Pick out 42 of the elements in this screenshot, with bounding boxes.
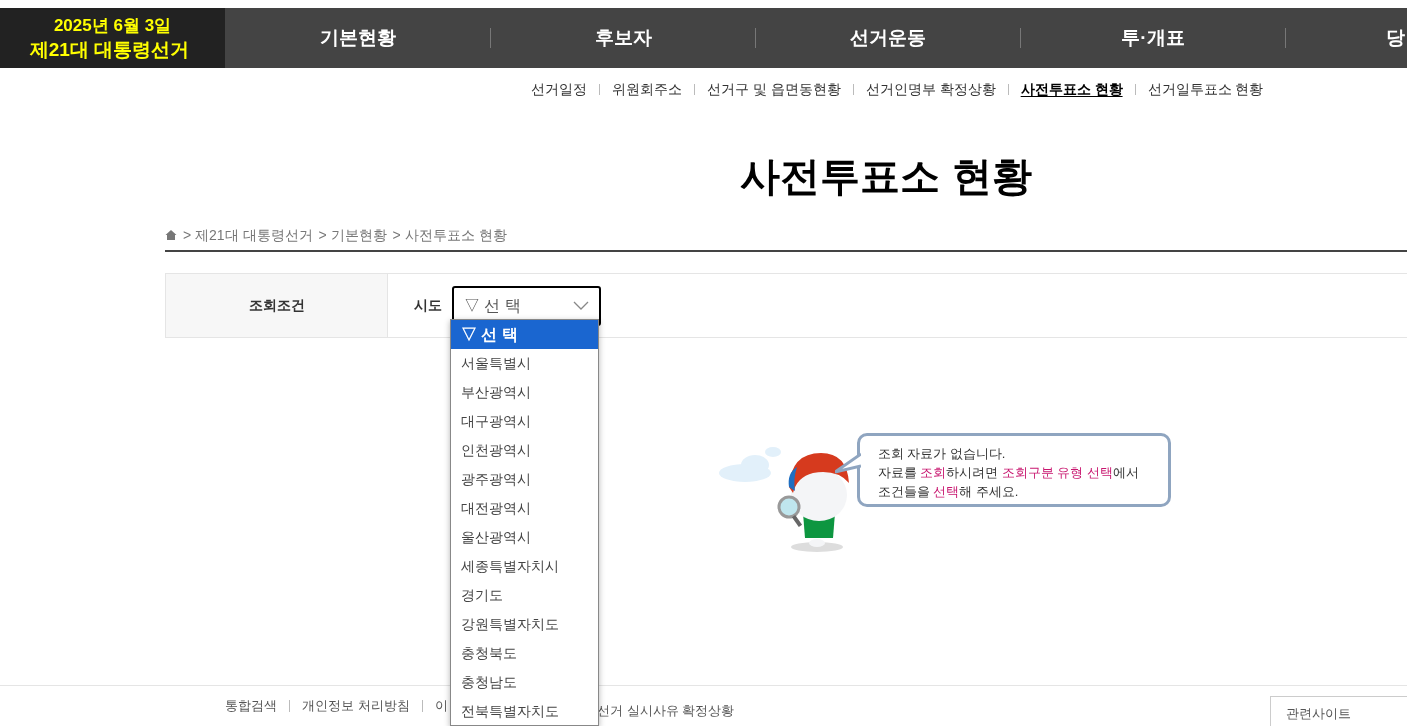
dropdown-option[interactable]: 대구광역시 xyxy=(451,407,598,436)
nav-tab[interactable]: 선거운동 xyxy=(850,23,926,53)
empty-message: 조회 자료가 없습니다. 자료를 조회하시려면 조회구분 유형 선택에서 조건들을 선택해 주세요. xyxy=(877,445,1140,501)
dropdown-option[interactable]: 광주광역시 xyxy=(451,465,598,494)
sub-nav-link[interactable]: 선거인명부 확정상황 xyxy=(865,78,996,100)
dropdown-option[interactable]: 대전광역시 xyxy=(451,494,598,523)
sub-nav-link[interactable]: 선거일정 xyxy=(531,78,587,100)
footer-link[interactable]: 선거 실시사유 확정상황 xyxy=(597,703,735,719)
dropdown-option[interactable]: 울산광역시 xyxy=(451,523,598,552)
nav-tab[interactable]: 당 xyxy=(1386,23,1405,53)
page-title: 사전투표소 현황 xyxy=(740,153,1032,200)
election-name: 제21대 대통령선거 xyxy=(29,38,190,62)
dropdown-option[interactable]: 세종특별자치시 xyxy=(451,552,598,581)
footer-link[interactable]: 통합검색 xyxy=(225,696,277,716)
field-label: 시도 xyxy=(414,296,442,315)
dropdown-option[interactable]: ▽ 선 택 xyxy=(451,320,598,349)
home-icon[interactable] xyxy=(165,229,177,241)
nav-tab[interactable]: 후보자 xyxy=(594,23,652,53)
footer-link[interactable]: 이 xyxy=(434,696,448,716)
query-label: 조회조건 xyxy=(248,296,305,315)
election-logo[interactable]: 2025년 6월 3일 제21대 대통령선거 xyxy=(0,8,225,68)
chevron-down-icon xyxy=(573,301,589,310)
dropdown-option[interactable]: 강원특별자치도 xyxy=(451,610,598,639)
breadcrumb-link[interactable]: > 제21대 대통령선거 xyxy=(183,224,313,246)
dropdown-option[interactable]: 서울특별시 xyxy=(451,349,598,378)
nav-tab[interactable]: 기본현황 xyxy=(319,23,396,53)
dropdown-option[interactable]: 경기도 xyxy=(451,581,598,610)
dropdown-option[interactable]: 부산광역시 xyxy=(451,378,598,407)
sub-nav-link[interactable]: 사전투표소 현황 xyxy=(1020,78,1123,100)
election-date: 2025년 6월 3일 xyxy=(53,15,172,37)
dropdown-option[interactable]: 충청북도 xyxy=(451,639,598,668)
sub-nav-link[interactable]: 선거구 및 읍면동현황 xyxy=(707,78,841,100)
related-sites-select[interactable]: 관련사이트 xyxy=(1270,696,1407,726)
dropdown-option[interactable]: 인천광역시 xyxy=(451,436,598,465)
dropdown-option[interactable]: 충청남도 xyxy=(451,668,598,697)
breadcrumb-link[interactable]: > 사전투표소 현황 xyxy=(392,224,507,246)
dropdown-option[interactable]: 전북특별자치도 xyxy=(451,697,598,725)
breadcrumb-link[interactable]: > 기본현황 xyxy=(318,224,387,246)
sub-nav-link[interactable]: 선거일투표소 현황 xyxy=(1147,78,1264,100)
footer-link[interactable]: 개인정보 처리방침 xyxy=(302,696,410,716)
nav-tab[interactable]: 투·개표 xyxy=(1121,23,1185,53)
sub-nav-link[interactable]: 위원회주소 xyxy=(612,78,682,100)
